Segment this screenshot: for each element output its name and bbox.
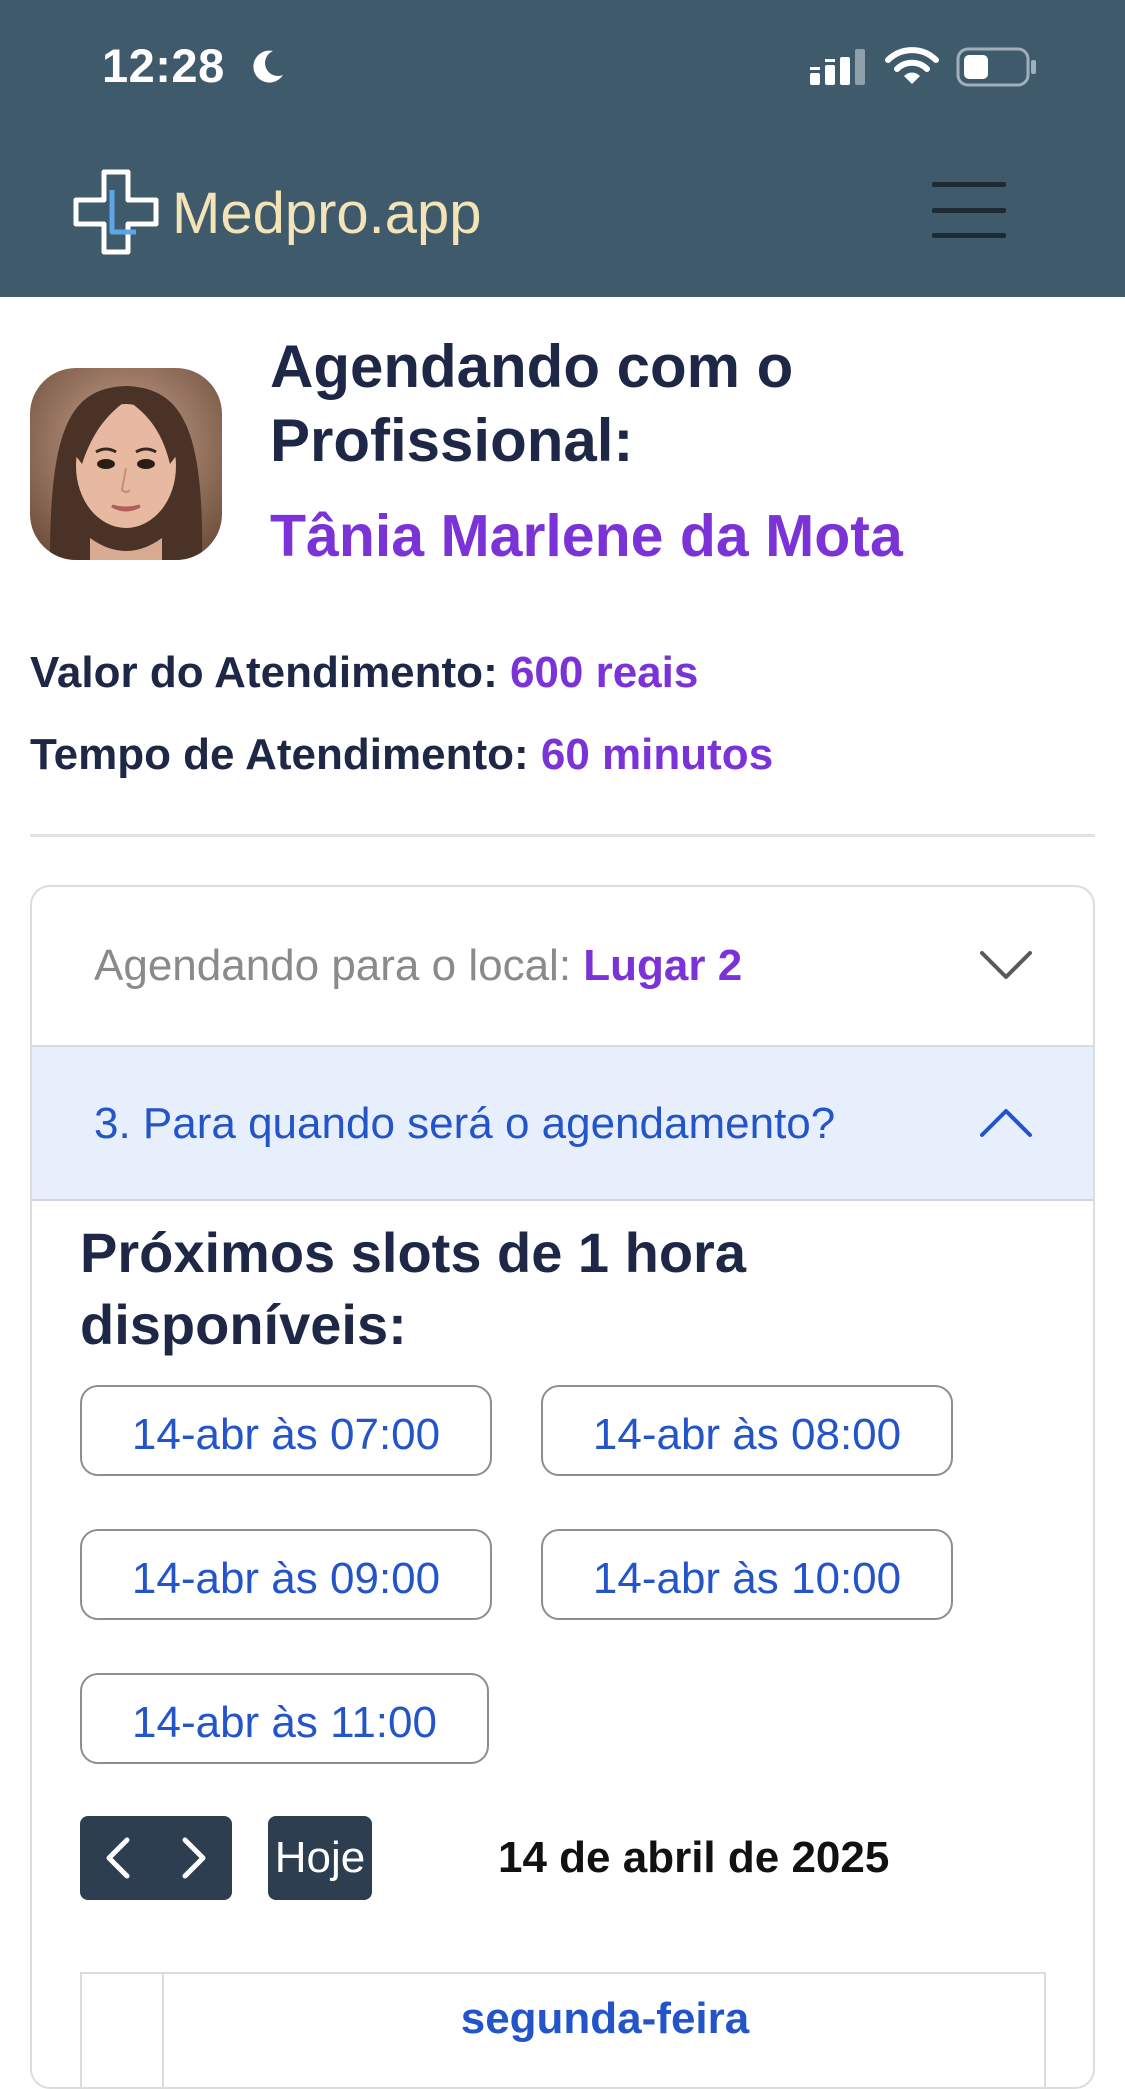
slot-button[interactable]: 14-abr às 07:00 <box>80 1385 492 1476</box>
calendar-nav <box>80 1816 232 1900</box>
accordion-when-header[interactable]: 3. Para quando será o agendamento? <box>32 1047 1093 1201</box>
slots-title: Próximos slots de 1 hora disponíveis: <box>80 1221 746 1356</box>
price-label: Valor do Atendimento: <box>30 648 498 697</box>
calendar-time-gutter <box>82 1974 164 2087</box>
today-button[interactable]: Hoje <box>268 1816 372 1900</box>
duration-value: 60 minutos <box>540 730 774 779</box>
prev-button[interactable] <box>80 1816 156 1900</box>
hamburger-menu-icon[interactable] <box>932 182 1006 238</box>
booking-accordion: Agendando para o local: Lugar 2 3. Para … <box>30 885 1095 2089</box>
professional-name: Tânia Marlene da Mota <box>270 503 903 569</box>
top-bar: 12:28 Medpro.app <box>0 0 1125 297</box>
when-label: 3. Para quando será o agendamento? <box>94 1099 836 1148</box>
calendar-day-header[interactable]: segunda-feira <box>164 1994 1046 2044</box>
brand-name: Medpro.app <box>172 180 482 246</box>
calendar-date-title: 14 de abril de 2025 <box>498 1833 890 1882</box>
duration-label: Tempo de Atendimento: <box>30 730 529 779</box>
next-button[interactable] <box>156 1816 232 1900</box>
avatar <box>30 368 222 560</box>
brand[interactable]: Medpro.app <box>72 168 482 258</box>
location-label: Agendando para o local: Lugar 2 <box>94 941 743 990</box>
slot-button[interactable]: 14-abr às 09:00 <box>80 1529 492 1620</box>
duration-line: Tempo de Atendimento: 60 minutos <box>30 730 773 780</box>
price-value: 600 reais <box>509 648 699 697</box>
slot-button[interactable]: 14-abr às 08:00 <box>541 1385 953 1476</box>
chevron-up-icon <box>980 1109 1032 1137</box>
status-time: 12:28 <box>102 39 225 92</box>
divider <box>30 834 1095 837</box>
price-line: Valor do Atendimento: 600 reais <box>30 648 698 698</box>
professional-photo <box>30 368 222 560</box>
cellular-signal-icon <box>810 49 865 85</box>
battery-icon <box>956 47 1036 87</box>
medical-cross-logo <box>73 169 159 255</box>
chevron-left-icon <box>106 1837 130 1879</box>
page-title: Agendando com o Profissional: <box>270 333 794 474</box>
location-value: Lugar 2 <box>583 941 743 990</box>
chevron-right-icon <box>182 1837 206 1879</box>
calendar-grid: segunda-feira <box>80 1972 1046 2087</box>
accordion-location-header[interactable]: Agendando para o local: Lugar 2 <box>32 887 1093 1047</box>
wifi-icon <box>885 47 939 84</box>
slot-button[interactable]: 14-abr às 10:00 <box>541 1529 953 1620</box>
slot-button[interactable]: 14-abr às 11:00 <box>80 1673 489 1764</box>
chevron-down-icon <box>980 951 1032 979</box>
moon-icon <box>253 50 283 83</box>
